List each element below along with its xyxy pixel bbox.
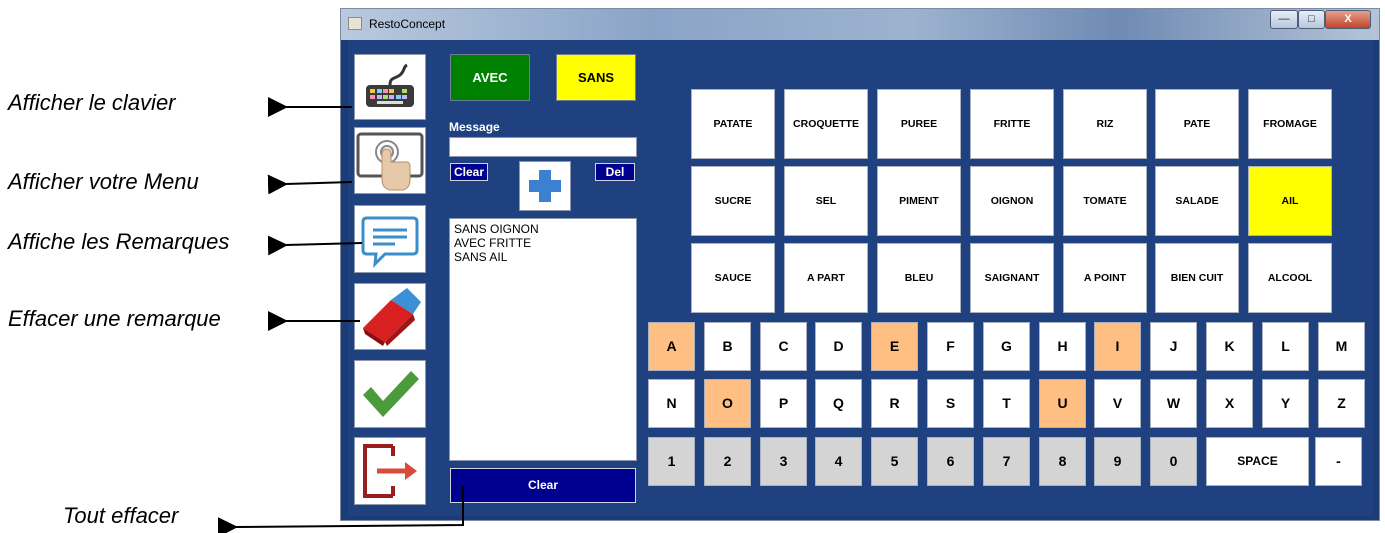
key-n[interactable]: N <box>648 379 695 428</box>
key-i[interactable]: I <box>1094 322 1141 371</box>
message-input[interactable] <box>449 137 637 157</box>
dash-key[interactable]: - <box>1315 437 1362 486</box>
ingredient-bleu-button[interactable]: BLEU <box>877 243 961 313</box>
key-x[interactable]: X <box>1206 379 1253 428</box>
key-g[interactable]: G <box>983 322 1030 371</box>
ingredient-pate-button[interactable]: PATE <box>1155 89 1239 159</box>
ingredient-ail-button[interactable]: AIL <box>1248 166 1332 236</box>
key-j[interactable]: J <box>1150 322 1197 371</box>
annotation-show-keyboard: Afficher le clavier <box>8 90 176 115</box>
remark-item[interactable]: AVEC FRITTE <box>454 236 632 250</box>
exit-button[interactable] <box>354 437 426 505</box>
key-r[interactable]: R <box>871 379 918 428</box>
checkmark-icon <box>363 371 419 417</box>
key-q[interactable]: Q <box>815 379 862 428</box>
remark-item[interactable]: SANS OIGNON <box>454 222 632 236</box>
exit-icon <box>363 444 417 498</box>
key-digit-5[interactable]: 5 <box>871 437 918 486</box>
ingredient-a-part-button[interactable]: A PART <box>784 243 868 313</box>
eraser-icon <box>363 288 421 346</box>
avec-button[interactable]: AVEC <box>450 54 530 101</box>
key-v[interactable]: V <box>1094 379 1141 428</box>
key-digit-9[interactable]: 9 <box>1094 437 1141 486</box>
key-y[interactable]: Y <box>1262 379 1309 428</box>
key-digit-1[interactable]: 1 <box>648 437 695 486</box>
show-remarks-button[interactable] <box>354 205 426 273</box>
annotation-erase-remark: Effacer une remarque <box>8 306 221 331</box>
minimize-button[interactable]: — <box>1270 10 1298 29</box>
remark-item[interactable]: SANS AIL <box>454 250 632 264</box>
key-f[interactable]: F <box>927 322 974 371</box>
ingredient-sucre-button[interactable]: SUCRE <box>691 166 775 236</box>
annotation-show-menu: Afficher votre Menu <box>8 169 199 194</box>
key-l[interactable]: L <box>1262 322 1309 371</box>
plus-icon <box>529 170 561 202</box>
remarks-list[interactable]: SANS OIGNON AVEC FRITTE SANS AIL <box>449 218 637 461</box>
ingredient-a-point-button[interactable]: A POINT <box>1063 243 1147 313</box>
ingredient-patate-button[interactable]: PATATE <box>691 89 775 159</box>
ingredient-puree-button[interactable]: PUREE <box>877 89 961 159</box>
comment-icon <box>361 216 419 269</box>
key-u[interactable]: U <box>1039 379 1086 428</box>
key-digit-4[interactable]: 4 <box>815 437 862 486</box>
key-t[interactable]: T <box>983 379 1030 428</box>
ingredient-saignant-button[interactable]: SAIGNANT <box>970 243 1054 313</box>
message-delete-button[interactable]: Del <box>595 163 635 181</box>
key-a[interactable]: A <box>648 322 695 371</box>
ingredient-tomate-button[interactable]: TOMATE <box>1063 166 1147 236</box>
key-z[interactable]: Z <box>1318 379 1365 428</box>
erase-remark-button[interactable] <box>354 283 426 350</box>
key-c[interactable]: C <box>760 322 807 371</box>
key-digit-3[interactable]: 3 <box>760 437 807 486</box>
app-window: RestoConcept — □ X AVEC SANS Message Cle… <box>340 8 1380 521</box>
touch-menu-icon <box>356 132 424 191</box>
key-digit-0[interactable]: 0 <box>1150 437 1197 486</box>
key-e[interactable]: E <box>871 322 918 371</box>
ingredient-alcool-button[interactable]: ALCOOL <box>1248 243 1332 313</box>
window-title: RestoConcept <box>369 17 446 31</box>
validate-button[interactable] <box>354 360 426 428</box>
key-h[interactable]: H <box>1039 322 1086 371</box>
ingredient-salade-button[interactable]: SALADE <box>1155 166 1239 236</box>
key-m[interactable]: M <box>1318 322 1365 371</box>
key-p[interactable]: P <box>760 379 807 428</box>
app-icon <box>348 17 362 30</box>
show-menu-button[interactable] <box>354 127 426 194</box>
key-w[interactable]: W <box>1150 379 1197 428</box>
annotation-erase-all: Tout effacer <box>63 503 179 528</box>
ingredient-oignon-button[interactable]: OIGNON <box>970 166 1054 236</box>
clear-all-button[interactable]: Clear <box>450 468 636 503</box>
annotation-show-remarks: Affiche les Remarques <box>8 229 230 254</box>
key-b[interactable]: B <box>704 322 751 371</box>
ingredient-bien-cuit-button[interactable]: BIEN CUIT <box>1155 243 1239 313</box>
space-key[interactable]: SPACE <box>1206 437 1309 486</box>
close-button[interactable]: X <box>1325 10 1371 29</box>
ingredient-fromage-button[interactable]: FROMAGE <box>1248 89 1332 159</box>
ingredient-sel-button[interactable]: SEL <box>784 166 868 236</box>
ingredient-sauce-button[interactable]: SAUCE <box>691 243 775 313</box>
key-digit-8[interactable]: 8 <box>1039 437 1086 486</box>
key-k[interactable]: K <box>1206 322 1253 371</box>
main-panel: AVEC SANS Message Clear Del SANS OIGNON A… <box>348 40 1373 516</box>
add-remark-button[interactable] <box>519 161 571 211</box>
title-bar: RestoConcept — □ X <box>341 9 1379 40</box>
message-clear-button[interactable]: Clear <box>450 163 488 181</box>
show-keyboard-button[interactable] <box>354 54 426 120</box>
keyboard-icon <box>366 63 414 107</box>
sans-button[interactable]: SANS <box>556 54 636 101</box>
key-digit-6[interactable]: 6 <box>927 437 974 486</box>
ingredient-piment-button[interactable]: PIMENT <box>877 166 961 236</box>
key-s[interactable]: S <box>927 379 974 428</box>
key-digit-2[interactable]: 2 <box>704 437 751 486</box>
message-label: Message <box>449 120 500 134</box>
maximize-button[interactable]: □ <box>1298 10 1325 29</box>
key-digit-7[interactable]: 7 <box>983 437 1030 486</box>
ingredient-croquette-button[interactable]: CROQUETTE <box>784 89 868 159</box>
ingredient-fritte-button[interactable]: FRITTE <box>970 89 1054 159</box>
ingredient-riz-button[interactable]: RIZ <box>1063 89 1147 159</box>
key-o[interactable]: O <box>704 379 751 428</box>
key-d[interactable]: D <box>815 322 862 371</box>
